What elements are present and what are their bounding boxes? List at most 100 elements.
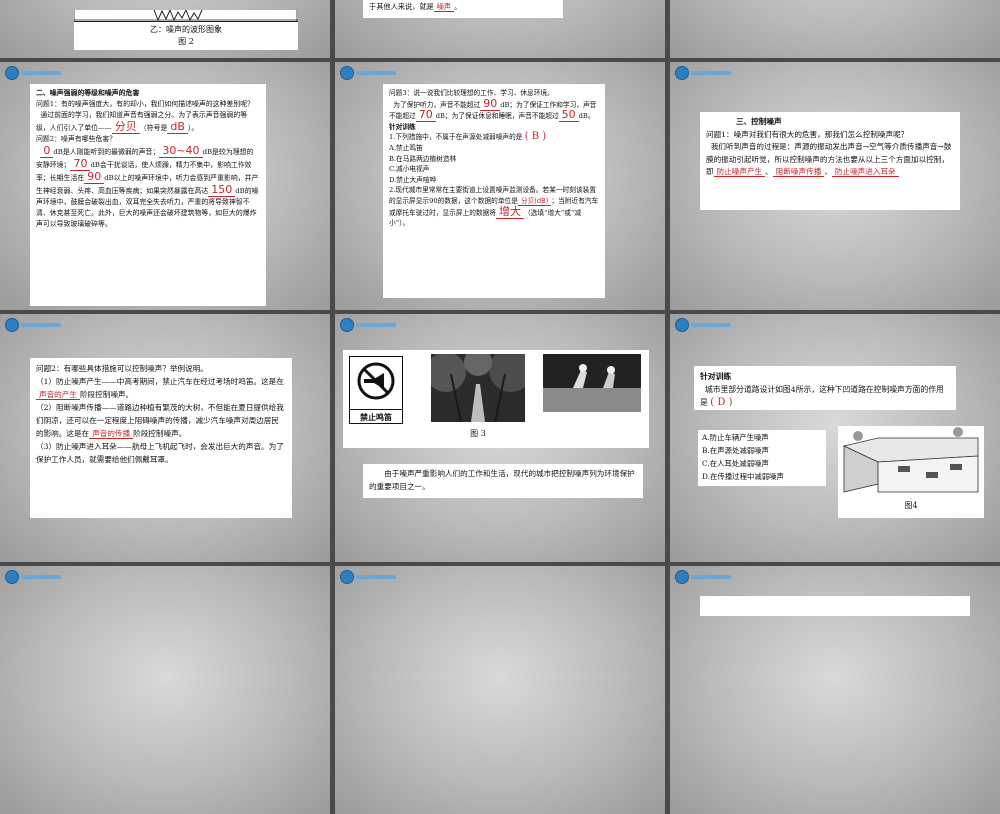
globe-icon (5, 318, 19, 332)
globe-icon (675, 570, 689, 584)
option-c: C.在人耳处减弱噪声 (702, 459, 769, 468)
slide-thumbnail-12[interactable] (670, 566, 1000, 814)
aircraft-carrier-crew-image (543, 354, 641, 412)
paragraph-text: 阶段控制噪声。 (79, 390, 134, 399)
exercise-2: 2.现代城市里常常在主要街道上设置噪声监测设备。若某一时刻该装置的显示屏显示90… (389, 185, 599, 228)
answer-70: 70 (70, 157, 91, 171)
sunken-road-illustration (838, 426, 984, 496)
answer-method-3: 防止噪声进入耳朵 (831, 167, 899, 178)
slide-thumbnail-9[interactable]: 针对训练 城市里部分道路设计如图4所示，这种下凹道路在控制噪声方面的作用是 ( … (670, 314, 1000, 562)
paragraph-text: dB是人刚能听到的最微弱的声音； (53, 148, 160, 156)
option-c: C.减小电视声 (389, 165, 430, 174)
paragraph-text: 阶段控制噪声。 (133, 429, 187, 438)
slide-content: 由于噪声严重影响人们的工作和生活，现代的城市把控制噪声列为环境保护的重要项目之一… (363, 464, 643, 498)
answer-letter: D (717, 397, 726, 408)
globe-icon (340, 570, 354, 584)
slide-text: 于其他人来说，就是 噪声。 (369, 0, 557, 14)
globe-icon (340, 318, 354, 332)
slide-thumbnail-3[interactable] (670, 0, 1000, 58)
figure-label: 图 3 (470, 429, 486, 438)
question: 城市里部分道路设计如图4所示，这种下凹道路在控制噪声方面的作用是 ( D ) (700, 383, 950, 409)
question-1: 问题1：有的噪声强度大，有的却小，我们如何描述噪声的这种差别呢？ (36, 100, 254, 108)
answer-range: 30~40 (159, 144, 203, 158)
globe-icon (5, 570, 19, 584)
answer-90: 90 (480, 96, 501, 111)
section-heading: 二、噪声强弱的等级和噪声的危害 (36, 89, 140, 97)
logo-wordmark (21, 71, 61, 75)
option-d: D.在传播过程中减弱噪声 (702, 472, 784, 481)
question-2: 问题2：有哪些具体措施可以控制噪声？举例说明。 (36, 364, 208, 373)
answer-symbol: dB (167, 120, 188, 134)
option-b: B.在马路两边植树造林 (389, 154, 457, 163)
paragraph-text: （1）防止噪声产生——中高考期间，禁止汽车在经过考场时鸣笛。这是在 (36, 377, 284, 386)
no-horn-icon (357, 362, 395, 400)
logo-wordmark (21, 323, 61, 327)
option-a: A.防止车辆产生噪声 (702, 433, 769, 442)
answer-stage-1: 声音的产生 (36, 390, 80, 400)
globe-icon (675, 66, 689, 80)
answer-50: 50 (558, 108, 579, 123)
slide-thumbnail-6[interactable]: 三、控制噪声 问题1：噪声对我们有很大的危害，那我们怎么控制噪声呢？ 我们听到声… (670, 62, 1000, 310)
no-horn-sign: 禁止鸣笛 (349, 356, 403, 424)
option-a: A.禁止鸣笛 (389, 143, 423, 152)
waveform-graphic (74, 10, 298, 22)
exercise-1: 1.下列措施中，不属于在声源处减弱噪声的是 ( B ) (389, 132, 599, 143)
publisher-logo (5, 570, 61, 584)
publisher-logo (675, 570, 731, 584)
measure-2: （2）阻断噪声传播——道路边种植有繁茂的大树，不但能在夏日提供给我们阴凉，还可以… (36, 401, 286, 440)
logo-wordmark (356, 575, 396, 579)
paragraph-text: ）。 (187, 124, 199, 132)
logo-wordmark (21, 575, 61, 579)
slide-content: 三、控制噪声 问题1：噪声对我们有很大的危害，那我们怎么控制噪声呢？ 我们听到声… (700, 112, 960, 210)
slide-content: 问题2：有哪些具体措施可以控制噪声？举例说明。 （1）防止噪声产生——中高考期间… (30, 358, 292, 518)
logo-wordmark (356, 71, 396, 75)
figure-label: 图 2 (178, 37, 194, 46)
slide-content: 问题3：说一说我们比较理想的工作、学习、休息环境。 为了保护听力，声音不能超过 9… (383, 84, 605, 298)
publisher-logo (340, 570, 396, 584)
sign-label: 禁止鸣笛 (350, 409, 402, 426)
tree-road-photo (431, 354, 525, 422)
slide-thumbnail-8[interactable]: 禁止鸣笛 图 3 由于噪声严重影响人们的工作和生活，现代的城市把控制噪声列为环境… (335, 314, 665, 562)
paragraph-text: （符号是 (139, 124, 168, 132)
measure-1: （1）防止噪声产生——中高考期间，禁止汽车在经过考场时鸣笛。这是在声音的产生 阶段… (36, 375, 286, 401)
paragraph-text: dB；为了保证休息和睡眠，声音不能超过 (435, 112, 559, 121)
globe-icon (675, 318, 689, 332)
ear-protection-photo (543, 354, 641, 412)
tree-road-image (431, 354, 525, 422)
answer-choice: ( B ) (524, 131, 547, 143)
answer-method-1: 防止噪声产生 (713, 167, 766, 178)
slide-thumbnail-5[interactable]: 问题3：说一说我们比较理想的工作、学习、休息环境。 为了保护听力，声音不能超过 9… (335, 62, 665, 310)
slide-thumbnail-11[interactable] (335, 566, 665, 814)
publisher-logo (5, 66, 61, 80)
logo-wordmark (691, 71, 731, 75)
question-1: 问题1：噪声对我们有很大的危害，那我们怎么控制噪声呢？ (706, 129, 909, 139)
slide-thumbnail-1[interactable]: 乙：噪声的波形图象 图 2 (0, 0, 330, 58)
option-d: D.禁止大声喧哗 (389, 175, 437, 184)
slide-thumbnail-7[interactable]: 问题2：有哪些具体措施可以控制噪声？举例说明。 （1）防止噪声产生——中高考期间… (0, 314, 330, 562)
question-2: 问题2：噪声有哪些危害？ (36, 135, 117, 143)
question-text: 城市里部分道路设计如图4所示，这种下凹道路在控制噪声方面的作用是 (700, 385, 944, 407)
answer-noise: 噪声 (433, 2, 455, 12)
answer-150: 150 (208, 183, 236, 197)
paragraph-text: 为了保护听力，声音不能超过 (393, 100, 481, 109)
separator: 、 (765, 167, 773, 177)
measure-3: （3）防止噪声进入耳朵——航母上飞机起飞时，会发出巨大的声音。为了保护工作人员，… (36, 442, 284, 464)
separator: 、 (824, 167, 832, 177)
waveform-image (74, 10, 298, 22)
answer-letter: B (531, 131, 540, 143)
slide-content: 于其他人来说，就是 噪声。 (363, 0, 563, 18)
slide-thumbnail-10[interactable] (0, 566, 330, 814)
publisher-logo (675, 66, 731, 80)
answer-increase: 增大 (496, 204, 524, 219)
slide-thumbnail-4[interactable]: 二、噪声强弱的等级和噪声的危害 问题1：有的噪声强度大，有的却小，我们如何描述噪… (0, 62, 330, 310)
paragraph-limits: 为了保护听力，声音不能超过 90 dB；为了保证工作和学习，声音不能超过 70 dB；为… (389, 96, 599, 123)
publisher-logo (675, 318, 731, 332)
answer-method-2: 阻断噪声传播 (772, 167, 825, 178)
logo-wordmark (691, 323, 731, 327)
logo-wordmark (356, 323, 396, 327)
option-b: B.在声源处减弱噪声 (702, 446, 769, 455)
figure-panel: 图4 (838, 426, 984, 518)
slide-thumbnail-2[interactable]: 于其他人来说，就是 噪声。 (335, 0, 665, 58)
globe-icon (340, 66, 354, 80)
slide-content: 乙：噪声的波形图象 图 2 (74, 10, 298, 50)
